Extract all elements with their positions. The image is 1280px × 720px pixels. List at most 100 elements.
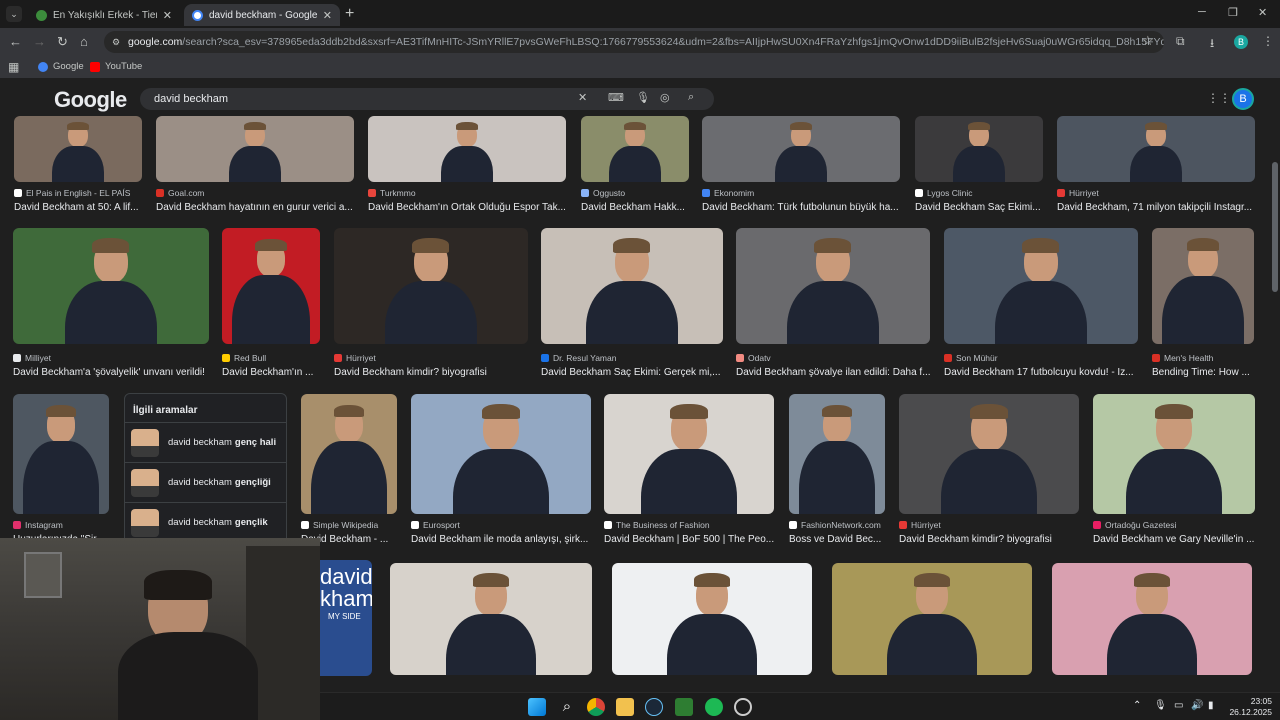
close-tab-icon[interactable]: ✕ [163,9,172,22]
result-thumbnail[interactable] [604,394,774,514]
menu-kebab-icon[interactable]: ⋮ [1262,34,1274,48]
tab-google-search[interactable]: david beckham - Google'da Ara ✕ [184,4,340,26]
image-result-card[interactable] [832,563,1032,679]
result-caption[interactable]: David Beckham | BoF 500 | The Peo... [604,534,784,545]
image-result-card[interactable]: Hürriyet David Beckham, 71 milyon takipçi… [1057,116,1255,216]
image-result-card[interactable] [390,563,592,679]
image-result-card[interactable]: Lygos Clinic David Beckham Saç Ekimi... [915,116,1043,216]
related-search-item[interactable]: david beckham gençlik [125,502,286,542]
extensions-icon[interactable]: ⧉ [1176,34,1185,49]
volume-icon[interactable]: 🔊 [1191,700,1203,711]
site-info-icon[interactable]: ⚙ [112,37,122,47]
image-result-card[interactable]: InstagramHuzurlarınızda "Sir... [13,394,109,548]
tray-chevron-icon[interactable]: ⌃ [1133,700,1141,711]
result-caption[interactable]: Bending Time: How ... [1152,367,1264,378]
result-thumbnail[interactable] [13,228,209,344]
result-caption[interactable]: David Beckham'ın ... [222,367,330,378]
result-thumbnail[interactable] [14,116,142,182]
image-result-card[interactable] [612,563,812,679]
minimize-icon[interactable]: ─ [1198,6,1206,18]
result-thumbnail[interactable] [411,394,591,514]
image-result-card[interactable]: El Pais in English - EL PAÍS David Beckha… [14,116,142,216]
restore-icon[interactable]: ❐ [1228,6,1238,19]
tab-tier-list[interactable]: En Yakışıklı Erkek - Tier List, Kor ✕ [28,4,180,26]
result-thumbnail[interactable] [915,116,1043,182]
browser-profile-avatar[interactable]: B [1234,35,1248,49]
start-icon[interactable] [528,698,546,716]
file-explorer-icon[interactable] [616,698,634,716]
microphone-icon[interactable]: 🎙 [636,91,650,104]
result-caption[interactable]: Boss ve David Bec... [789,534,895,545]
image-result-card[interactable] [1052,563,1252,679]
steam-icon[interactable] [645,698,663,716]
result-thumbnail[interactable] [368,116,566,182]
image-result-card[interactable]: Hürriyet David Beckham kimdir? biyografis… [334,228,528,381]
result-thumbnail[interactable] [1057,116,1255,182]
result-thumbnail[interactable] [944,228,1138,344]
result-thumbnail[interactable] [1093,394,1255,514]
book-cover-result[interactable]: david kham MY SIDE [320,560,372,692]
tab-search-button[interactable]: ⌄ [6,6,22,22]
result-thumbnail[interactable] [612,563,812,675]
home-icon[interactable]: ⌂ [80,34,88,49]
image-result-card[interactable]: Dr. Resul Yaman David Beckham Saç Ekimi: … [541,228,723,381]
download-icon[interactable]: ⭳ [1210,34,1214,55]
back-icon[interactable]: ← [9,34,22,49]
result-caption[interactable]: David Beckham 17 futbolcuyu kovdu! - İz.… [944,367,1148,378]
battery-icon[interactable]: ▮ [1208,700,1214,711]
result-thumbnail[interactable] [301,394,397,514]
result-thumbnail[interactable] [13,394,109,514]
image-result-card[interactable]: Oggusto David Beckham Hakk... [581,116,689,216]
bookmark-star-icon[interactable]: ☆ [1142,33,1154,49]
result-caption[interactable]: David Beckham Saç Ekimi... [915,202,1053,213]
clear-search-icon[interactable]: ✕ [578,91,587,104]
result-caption[interactable]: David Beckham kimdir? biyografisi [334,367,538,378]
chrome-icon[interactable] [587,698,605,716]
result-caption[interactable]: David Beckham at 50: A lif... [14,202,152,213]
image-result-card[interactable]: Milliyet David Beckham'a 'şövalyelik' unv… [13,228,209,381]
result-thumbnail[interactable] [1152,228,1254,344]
new-tab-button[interactable]: + [345,5,354,23]
close-window-icon[interactable]: ✕ [1258,6,1267,19]
spotify-icon[interactable] [705,698,723,716]
reload-icon[interactable]: ↻ [57,34,68,50]
page-scrollbar[interactable] [1272,162,1278,292]
result-caption[interactable]: David Beckham hayatının en gurur verici … [156,202,364,213]
search-icon[interactable]: ⌕ [558,698,576,716]
result-thumbnail[interactable] [334,228,528,344]
image-result-card[interactable]: FashionNetwork.com Boss ve David Bec... [789,394,885,548]
image-result-card[interactable]: Eurosport David Beckham ile moda anlayışı… [411,394,591,548]
result-thumbnail[interactable] [789,394,885,514]
network-icon[interactable]: ▭ [1174,700,1183,711]
result-thumbnail[interactable] [736,228,930,344]
result-thumbnail[interactable] [581,116,689,182]
image-result-card[interactable]: Hürriyet David Beckham kimdir? biyografis… [899,394,1079,548]
app-icon[interactable] [734,698,752,716]
result-thumbnail[interactable] [541,228,723,344]
lens-icon[interactable]: ◎ [660,91,670,104]
address-bar[interactable]: google.com/search?sca_esv=378965eda3ddb2… [104,31,1164,53]
image-result-card[interactable]: Goal.com David Beckham hayatının en gurur… [156,116,354,216]
result-caption[interactable]: David Beckham'ın Ortak Olduğu Espor Tak.… [368,202,576,213]
result-thumbnail[interactable] [222,228,320,344]
image-result-card[interactable]: Turkmmo David Beckham'ın Ortak Olduğu Esp… [368,116,566,216]
app-icon[interactable] [675,698,693,716]
image-result-card[interactable]: Ekonomim David Beckham: Türk futbolunun b… [702,116,900,216]
apps-grid-icon[interactable]: ▦ [8,60,19,74]
result-caption[interactable]: David Beckham ve Gary Neville'in ... [1093,534,1265,545]
result-caption[interactable]: David Beckham Saç Ekimi: Gerçek mi,... [541,367,733,378]
google-logo[interactable]: Google [54,87,127,113]
image-result-card[interactable]: Odatv David Beckham şövalye ilan edildi: … [736,228,931,381]
result-thumbnail[interactable] [899,394,1079,514]
search-icon[interactable]: ⌕ [688,91,694,104]
related-search-item[interactable]: david beckham gençliği [125,462,286,502]
microphone-icon[interactable]: 🎙 [1154,700,1167,711]
keyboard-icon[interactable]: ⌨ [608,91,624,104]
image-result-card[interactable]: Red Bull David Beckham'ın ... [222,228,320,381]
search-input[interactable]: david beckham [140,88,714,110]
image-result-card[interactable]: Men's Health Bending Time: How ... [1152,228,1254,381]
image-result-card[interactable]: Ortadoğu Gazetesi David Beckham ve Gary N… [1093,394,1255,548]
result-caption[interactable]: David Beckham: Türk futbolunun büyük ha.… [702,202,910,213]
result-thumbnail[interactable] [702,116,900,182]
result-caption[interactable]: David Beckham ile moda anlayışı, şirk... [411,534,601,545]
